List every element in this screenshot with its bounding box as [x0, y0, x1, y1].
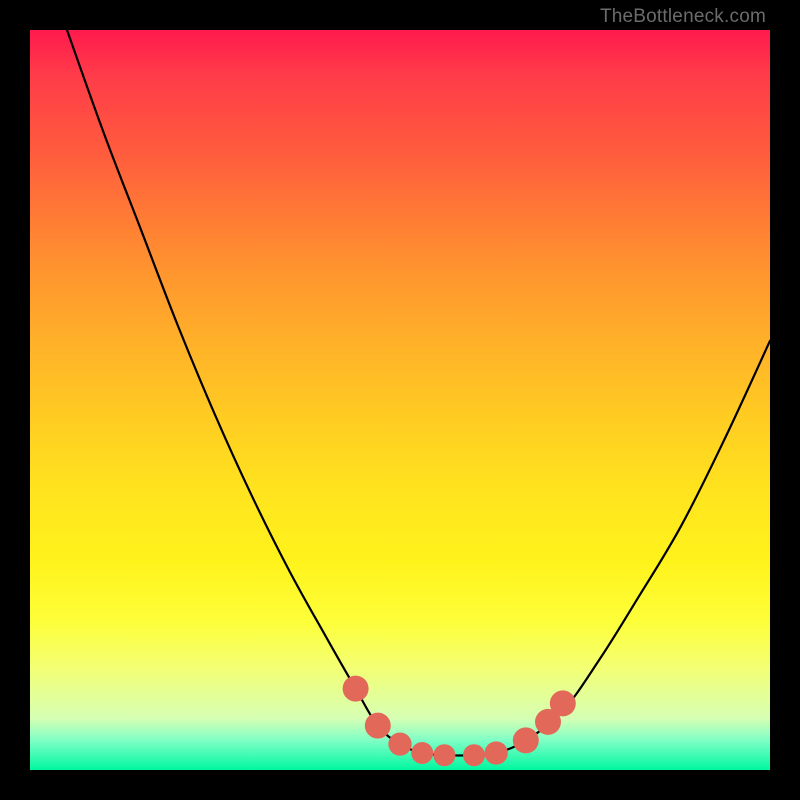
chart-frame: TheBottleneck.com	[0, 0, 800, 800]
valley-dot	[343, 676, 369, 702]
curve-svg	[30, 30, 770, 770]
valley-dot	[513, 727, 539, 753]
valley-dot	[485, 741, 508, 764]
plot-area	[30, 30, 770, 770]
bottleneck-curve	[67, 30, 770, 755]
valley-dot	[433, 744, 455, 766]
valley-dots	[343, 676, 576, 767]
watermark-text: TheBottleneck.com	[600, 6, 766, 28]
valley-dot	[388, 732, 411, 755]
valley-dot	[411, 742, 433, 764]
valley-dot	[550, 690, 576, 716]
valley-dot	[365, 713, 391, 739]
valley-dot	[463, 744, 485, 766]
